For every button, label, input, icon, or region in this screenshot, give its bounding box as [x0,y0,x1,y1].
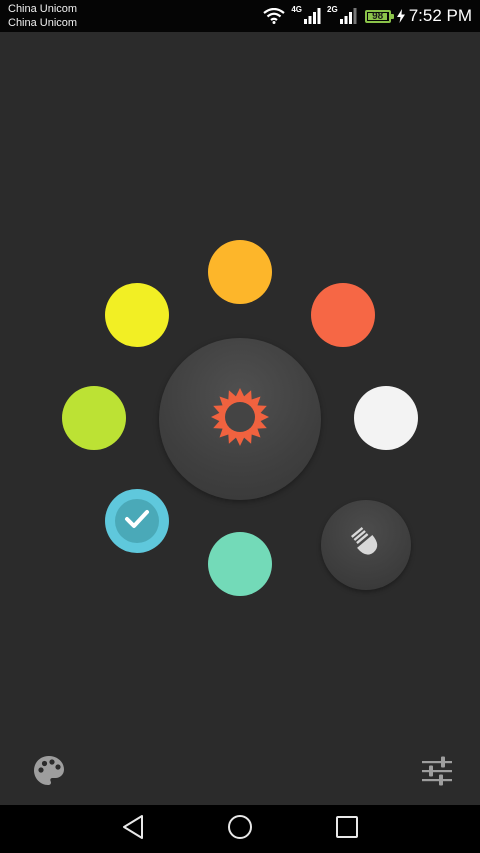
back-icon [121,814,145,845]
selected-indicator [115,499,159,543]
home-icon [227,814,253,845]
check-icon [124,509,150,534]
sun-icon [210,387,270,452]
clock-time: 7:52 PM [408,6,472,25]
battery-icon: 98 [364,9,394,23]
settings-sliders-button[interactable] [419,755,455,791]
color-dot-mint[interactable] [208,532,272,596]
brightness-knob[interactable] [159,338,321,500]
color-dot-orange[interactable] [208,240,272,304]
signal-4g-icon: 4G [291,4,321,24]
network-2g-label: 2G [327,4,338,14]
flashlight-icon [348,525,384,566]
battery-level-text: 98 [372,10,384,22]
palette-icon [32,754,66,793]
color-dot-coral[interactable] [311,283,375,347]
signal-2g-icon: 2G [327,4,357,24]
back-button[interactable] [118,814,148,845]
wifi-icon [263,8,286,24]
app-screen: China Unicom China Unicom 4G 2G 98 7:52 … [0,0,480,853]
status-icons: 4G 2G 98 7:52 PM [257,0,472,32]
carrier-2-label: China Unicom [8,17,78,29]
navigation-bar [0,805,480,853]
home-button[interactable] [225,814,255,845]
palette-button[interactable] [31,755,67,791]
flashlight-button[interactable] [321,500,411,590]
color-dot-white[interactable] [354,386,418,450]
color-dot-lime[interactable] [62,386,126,450]
charging-icon [396,9,405,23]
recents-button[interactable] [332,815,362,843]
sliders-icon [420,754,454,793]
color-dot-yellow[interactable] [105,283,169,347]
color-dot-sky-blue[interactable] [105,489,169,553]
status-bar: China Unicom China Unicom 4G 2G 98 7:52 … [0,0,480,32]
carrier-1-label: China Unicom [8,3,78,15]
recents-icon [335,815,359,844]
network-4g-label: 4G [291,4,303,14]
